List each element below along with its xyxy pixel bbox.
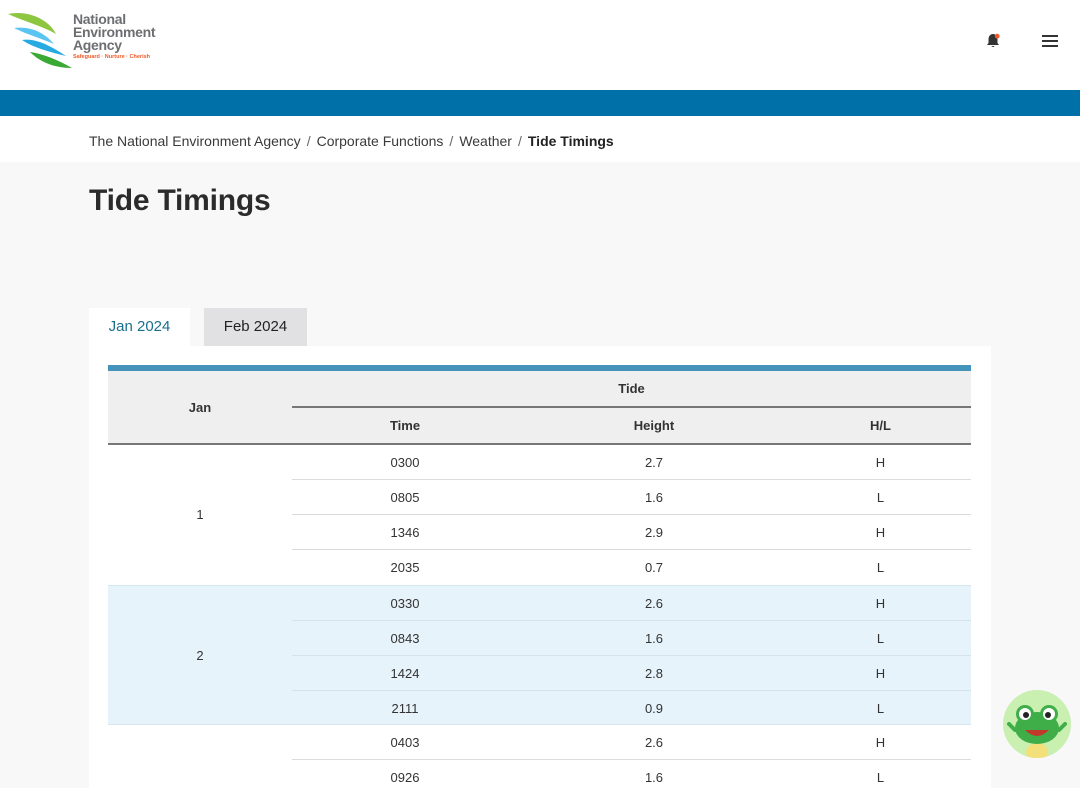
cell-height: 2.6 — [644, 735, 664, 750]
cell-hl: H — [875, 735, 886, 750]
cell-height: 2.7 — [644, 455, 664, 470]
table-row: 0805 1.6 L — [292, 480, 971, 515]
cell-time: 0330 — [390, 596, 420, 611]
cell-time: 2111 — [391, 701, 419, 716]
day-group: 0403 2.6 H 0926 1.6 L — [108, 725, 971, 788]
header-tide: Tide — [618, 381, 645, 396]
day-number: 2 — [196, 648, 204, 663]
breadcrumb-container: The National Environment Agency / Corporat… — [0, 116, 1080, 162]
table-row: 1424 2.8 H — [292, 656, 971, 691]
tab-jan-2024[interactable]: Jan 2024 — [89, 308, 190, 346]
cell-height: 1.6 — [644, 490, 664, 505]
cell-hl: H — [875, 455, 886, 470]
cell-height: 2.6 — [644, 596, 664, 611]
logo-tagline: Safeguard · Nurture · Cherish — [73, 54, 151, 60]
header-hl: H/L — [870, 418, 891, 433]
cell-time: 2035 — [390, 560, 420, 575]
cell-time: 0805 — [390, 490, 420, 505]
cell-hl: L — [876, 560, 885, 575]
table-header: Jan Tide Time Height H/L — [108, 371, 971, 444]
day-number: 1 — [196, 507, 204, 522]
cell-hl: L — [876, 770, 885, 785]
header-time: Time — [389, 418, 421, 433]
cell-height: 2.8 — [644, 666, 664, 681]
breadcrumb-separator: / — [449, 133, 454, 149]
table-row: 0843 1.6 L — [292, 621, 971, 656]
cell-hl: H — [875, 596, 886, 611]
header-height: Height — [633, 418, 675, 433]
table-row: 0300 2.7 H — [292, 445, 971, 480]
cell-time: 1346 — [390, 525, 420, 540]
breadcrumb-link-weather[interactable]: Weather — [459, 133, 512, 149]
cell-time: 0300 — [390, 455, 420, 470]
cell-time: 1424 — [390, 666, 420, 681]
breadcrumb-link-nea[interactable]: The National Environment Agency — [89, 133, 301, 149]
cell-time: 0926 — [390, 770, 420, 785]
day-group: 1 0300 2.7 H 0805 1.6 L 1346 2.9 H 2035 … — [108, 445, 971, 585]
table-row: 1346 2.9 H — [292, 515, 971, 550]
cell-height: 1.6 — [644, 770, 664, 785]
chatbot-frog-icon[interactable] — [1003, 690, 1071, 758]
table-row: 2035 0.7 L — [292, 550, 971, 585]
breadcrumb-link-corporate-functions[interactable]: Corporate Functions — [317, 133, 444, 149]
cell-hl: L — [876, 490, 885, 505]
site-header: National Environment Agency Safeguard · … — [0, 0, 1080, 90]
cell-time: 0403 — [390, 735, 420, 750]
bell-icon[interactable] — [984, 32, 1002, 50]
cell-height: 2.9 — [644, 525, 664, 540]
cell-height: 0.7 — [644, 560, 664, 575]
breadcrumb-separator: / — [517, 133, 522, 149]
frog-icon — [1007, 705, 1067, 758]
table-row: 0403 2.6 H — [292, 725, 971, 760]
hamburger-menu-icon[interactable] — [1040, 33, 1060, 49]
day-group: 2 0330 2.6 H 0843 1.6 L 1424 2.8 H 2111 … — [108, 585, 971, 725]
cell-hl: L — [876, 631, 885, 646]
breadcrumb-current: Tide Timings — [527, 133, 614, 149]
logo-text: National Environment Agency Safeguard · … — [73, 12, 183, 60]
breadcrumb: The National Environment Agency / Corporat… — [89, 133, 614, 149]
header-month: Jan — [188, 400, 212, 415]
tab-feb-2024[interactable]: Feb 2024 — [204, 308, 307, 346]
cell-hl: H — [875, 666, 886, 681]
breadcrumb-separator: / — [306, 133, 311, 149]
table-row: 0926 1.6 L — [292, 760, 971, 788]
cell-height: 0.9 — [644, 701, 664, 716]
table-row: 0330 2.6 H — [292, 586, 971, 621]
cell-time: 0843 — [390, 631, 420, 646]
cell-height: 1.6 — [644, 631, 664, 646]
cell-hl: H — [875, 525, 886, 540]
cell-hl: L — [876, 701, 885, 716]
brand-bar — [0, 90, 1080, 116]
table-row: 2111 0.9 L — [292, 691, 971, 726]
page-title: Tide Timings — [89, 184, 271, 217]
logo-line: Agency — [73, 37, 122, 53]
